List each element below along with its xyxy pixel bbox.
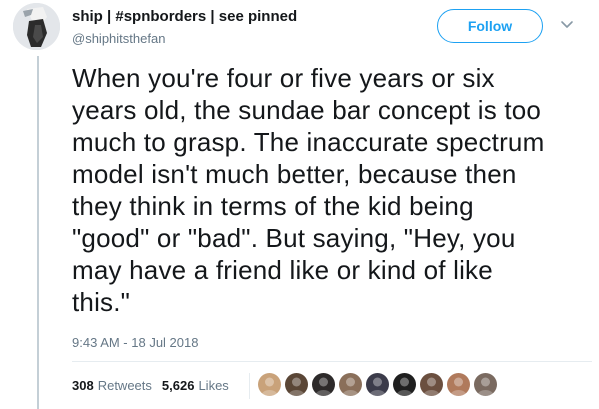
- user-avatar-icon: [339, 373, 362, 396]
- liker-avatar[interactable]: [258, 373, 281, 396]
- liker-avatar[interactable]: [339, 373, 362, 396]
- chevron-down-icon[interactable]: [560, 18, 574, 32]
- tweet-text: When you're four or five years or six ye…: [72, 63, 545, 317]
- retweets-count: 308: [72, 378, 94, 393]
- author-avatar[interactable]: [13, 3, 60, 50]
- user-avatar-icon: [447, 373, 470, 396]
- liker-avatar[interactable]: [366, 373, 389, 396]
- liker-avatar[interactable]: [447, 373, 470, 396]
- thread-line: [37, 56, 39, 409]
- liker-avatar[interactable]: [474, 373, 497, 396]
- user-avatar-icon: [312, 373, 335, 396]
- user-avatar-icon: [285, 373, 308, 396]
- retweets-label: Retweets: [97, 378, 152, 393]
- user-avatar-icon: [474, 373, 497, 396]
- liker-avatar[interactable]: [420, 373, 443, 396]
- stats-separator: [249, 373, 250, 399]
- user-avatar-icon: [13, 3, 60, 50]
- liker-avatar[interactable]: [312, 373, 335, 396]
- likes-count: 5,626: [161, 378, 195, 393]
- divider: [72, 361, 592, 362]
- likes-label: Likes: [198, 378, 229, 393]
- retweets-stat[interactable]: 308 Retweets: [72, 378, 152, 393]
- user-avatar-icon: [420, 373, 443, 396]
- follow-button[interactable]: Follow: [437, 9, 543, 43]
- tweet-stats: 308 Retweets 5,626 Likes: [72, 378, 229, 393]
- liker-avatars: [258, 373, 497, 396]
- tweet-timestamp[interactable]: 9:43 AM - 18 Jul 2018: [72, 335, 198, 350]
- user-avatar-icon: [366, 373, 389, 396]
- user-avatar-icon: [393, 373, 416, 396]
- likes-stat[interactable]: 5,626 Likes: [162, 378, 229, 393]
- user-avatar-icon: [258, 373, 281, 396]
- liker-avatar[interactable]: [285, 373, 308, 396]
- liker-avatar[interactable]: [393, 373, 416, 396]
- author-handle[interactable]: @shiphitsthefan: [72, 31, 165, 46]
- author-display-name[interactable]: ship | #spnborders | see pinned: [72, 8, 297, 25]
